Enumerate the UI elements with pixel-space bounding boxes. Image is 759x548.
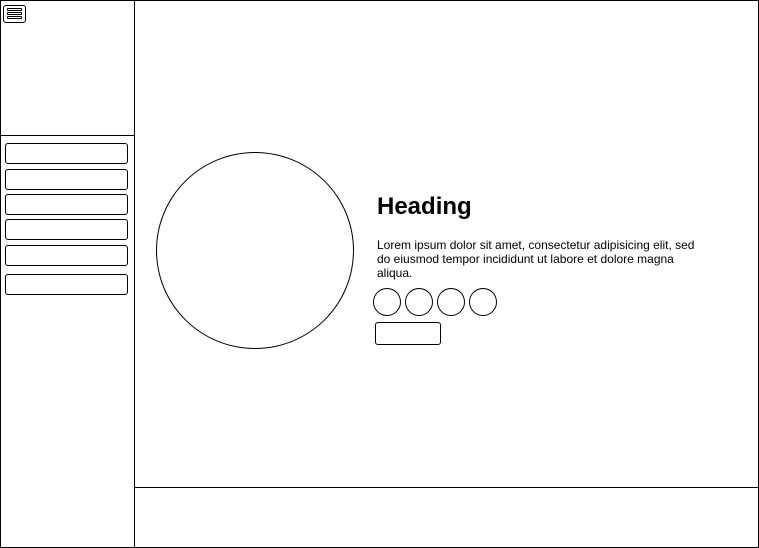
sidebar-nav-item-4[interactable] [5,219,128,240]
body-text: Lorem ipsum dolor sit amet, consectetur … [377,238,695,280]
social-icon-1[interactable] [373,288,401,316]
hamburger-menu-icon[interactable] [3,5,26,23]
sidebar [0,0,135,548]
sidebar-nav-item-2[interactable] [5,169,128,190]
hero-image-placeholder [156,152,354,349]
footer [135,487,759,548]
sidebar-nav-item-5[interactable] [5,245,128,266]
cta-button[interactable] [375,322,441,345]
sidebar-nav-item-3[interactable] [5,194,128,215]
sidebar-header [0,0,134,136]
menu-bar [7,8,22,11]
social-icon-2[interactable] [405,288,433,316]
sidebar-nav-item-1[interactable] [5,143,128,164]
social-icon-4[interactable] [469,288,497,316]
page-heading: Heading [377,193,472,220]
menu-bar [7,16,22,19]
social-icon-3[interactable] [437,288,465,316]
menu-bar [7,12,22,15]
sidebar-nav-item-6[interactable] [5,274,128,295]
